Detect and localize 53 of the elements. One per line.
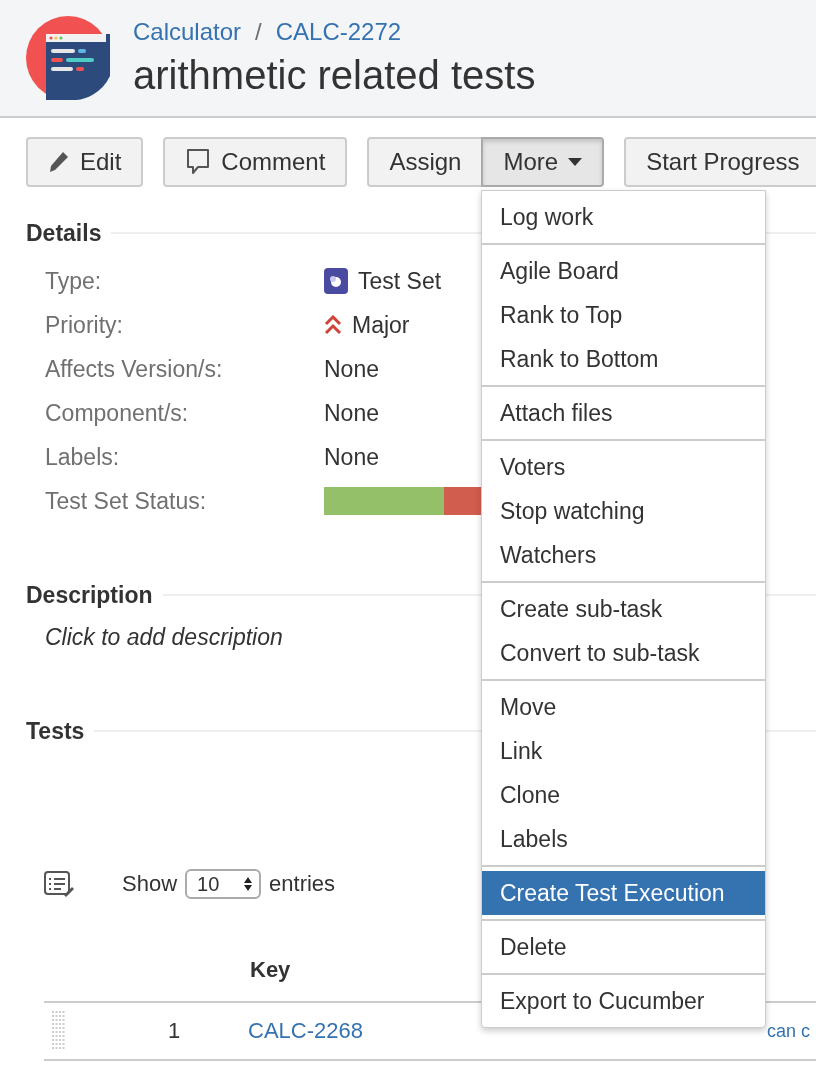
menu-item[interactable]: Attach files bbox=[482, 391, 765, 435]
project-logo-icon bbox=[26, 16, 110, 100]
field-value: None bbox=[324, 399, 379, 427]
field-value: None bbox=[324, 443, 379, 471]
menu-item[interactable]: Convert to sub-task bbox=[482, 631, 765, 675]
menu-item[interactable]: Move bbox=[482, 685, 765, 729]
menu-item[interactable]: Labels bbox=[482, 817, 765, 861]
field-label: Type: bbox=[45, 267, 103, 295]
section-heading: Description bbox=[26, 581, 153, 609]
menu-item[interactable]: Link bbox=[482, 729, 765, 773]
toolbar-button[interactable]: Comment bbox=[163, 137, 348, 187]
caret-icon bbox=[568, 158, 583, 166]
menu-item[interactable]: Rank to Top bbox=[482, 293, 765, 337]
issue-title: arithmetic related tests bbox=[133, 52, 536, 98]
more-dropdown-button[interactable]: More bbox=[481, 137, 605, 187]
section-heading: Details bbox=[26, 219, 102, 247]
menu-item[interactable]: Agile Board bbox=[482, 249, 765, 293]
stepper-arrows-icon bbox=[243, 876, 254, 892]
test-set-icon bbox=[324, 268, 348, 294]
field-label: Priority: bbox=[45, 311, 124, 339]
menu-item[interactable]: Watchers bbox=[482, 533, 765, 577]
breadcrumb-separator: / bbox=[255, 18, 262, 46]
field-label: Component/s: bbox=[45, 399, 190, 427]
double-chevron-up-icon bbox=[324, 315, 342, 335]
menu-item[interactable]: Create Test Execution bbox=[482, 871, 765, 915]
menu-item[interactable]: Create sub-task bbox=[482, 587, 765, 631]
field-value: Major bbox=[352, 311, 410, 339]
field-label: Affects Version/s: bbox=[45, 355, 224, 383]
breadcrumb-link[interactable]: Calculator bbox=[133, 18, 242, 46]
menu-item[interactable]: Clone bbox=[482, 773, 765, 817]
field-value: None bbox=[324, 355, 379, 383]
test-summary-link[interactable]: can c bbox=[767, 1020, 811, 1041]
row-number: 1 bbox=[167, 1018, 182, 1044]
section-heading: Tests bbox=[26, 717, 85, 745]
menu-item[interactable]: Rank to Bottom bbox=[482, 337, 765, 381]
menu-item[interactable]: Log work bbox=[482, 195, 765, 239]
breadcrumb-link[interactable]: CALC-2272 bbox=[275, 18, 402, 46]
menu-item[interactable]: Voters bbox=[482, 445, 765, 489]
pencil-icon bbox=[48, 150, 70, 174]
toolbar-button[interactable]: Assign bbox=[367, 137, 484, 187]
entries-label: entries bbox=[269, 871, 336, 897]
drag-handle-icon[interactable] bbox=[52, 1011, 66, 1051]
field-label: Test Set Status: bbox=[45, 487, 208, 515]
menu-item[interactable]: Delete bbox=[482, 925, 765, 969]
toolbar-button[interactable]: Start Progress bbox=[624, 137, 816, 187]
field-value: Test Set bbox=[358, 267, 442, 295]
toolbar-button[interactable]: Edit bbox=[26, 137, 144, 187]
menu-item[interactable]: Stop watching bbox=[482, 489, 765, 533]
speech-bubble-icon bbox=[185, 148, 212, 176]
field-label: Labels: bbox=[45, 443, 121, 471]
list-edit-icon bbox=[44, 871, 74, 897]
entries-select[interactable]: 10 bbox=[185, 869, 262, 899]
show-label: Show bbox=[122, 871, 178, 897]
